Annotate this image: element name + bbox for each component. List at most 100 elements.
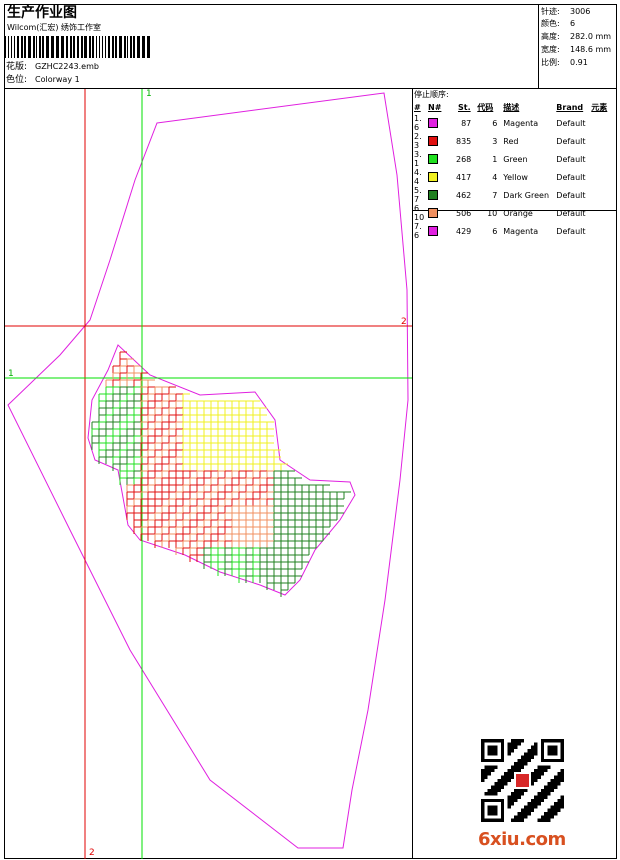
- qr-module: [560, 795, 564, 799]
- qr-module: [517, 768, 521, 773]
- stitch-cell: [224, 547, 232, 555]
- qr-module: [510, 802, 515, 806]
- stitch-cell: [231, 505, 239, 513]
- stitch-cell: [231, 407, 239, 415]
- stitch-cell: [196, 428, 204, 436]
- stitch-cell: [259, 533, 267, 541]
- stitch-cell: [224, 512, 232, 520]
- stitch-cell: [161, 505, 169, 513]
- stitch-cell: [119, 358, 127, 366]
- qr-module: [537, 792, 541, 796]
- stitch-cell: [210, 498, 218, 506]
- stitch-cell: [308, 491, 316, 499]
- stitch-cell: [273, 484, 281, 492]
- stitch-cell: [154, 400, 162, 408]
- stitch-cell: [210, 442, 218, 450]
- stitch-cell: [217, 484, 225, 492]
- stitch-cell: [147, 498, 155, 506]
- stitch-cell: [217, 470, 225, 478]
- qr-module: [537, 768, 541, 773]
- qr-module: [527, 758, 531, 763]
- stitch-cell: [231, 547, 239, 555]
- stitch-cell: [182, 414, 190, 422]
- qr-module: [507, 745, 511, 749]
- stitch-cell: [119, 407, 127, 415]
- stitch-cell: [273, 463, 281, 471]
- qr-module: [527, 748, 531, 753]
- qr-module: [514, 818, 518, 822]
- stitch-cell: [189, 400, 197, 408]
- stitch-cell: [210, 407, 218, 415]
- qr-module: [517, 812, 521, 816]
- qr-module: [537, 798, 541, 803]
- qr-module: [517, 792, 521, 796]
- stitch-cell: [196, 498, 204, 506]
- stitch-cell: [98, 407, 106, 415]
- stitch-cell: [161, 421, 169, 429]
- stitch-cell: [308, 498, 316, 506]
- stitch-cell: [210, 547, 218, 555]
- stitch-cell: [126, 414, 134, 422]
- stitch-cell: [315, 526, 323, 534]
- stitch-cell: [168, 540, 176, 548]
- qr-module: [540, 765, 545, 769]
- stitch-cell: [210, 470, 218, 478]
- qr-module: [507, 798, 511, 803]
- stitch-cell: [154, 456, 162, 464]
- stitch-cell: [119, 449, 127, 457]
- stitch-cell: [203, 498, 211, 506]
- stitch-cell: [245, 568, 253, 576]
- stitch-cell: [217, 442, 225, 450]
- qr-module: [517, 788, 521, 793]
- qr-module: [510, 765, 515, 769]
- stitch-cell: [231, 435, 239, 443]
- stitch-cell: [182, 442, 190, 450]
- stitch-cell: [189, 463, 197, 471]
- stitch-cell: [154, 463, 162, 471]
- stitch-cell: [126, 365, 134, 373]
- stitch-cell: [105, 428, 113, 436]
- stitch-cell: [322, 519, 330, 527]
- qr-module: [487, 765, 491, 769]
- stitch-cell: [189, 512, 197, 520]
- stitch-cell: [224, 407, 232, 415]
- qr-module: [517, 795, 521, 799]
- stitch-cell: [168, 400, 176, 408]
- stitch-cell: [231, 456, 239, 464]
- stitch-cell: [119, 372, 127, 380]
- stitch-cell: [217, 400, 225, 408]
- stitch-cell: [231, 519, 239, 527]
- qr-module: [517, 765, 521, 769]
- stitch-cell: [238, 540, 246, 548]
- stitch-cell: [196, 505, 204, 513]
- stitch-cell: [126, 505, 134, 513]
- stitch-cell: [175, 512, 183, 520]
- qr-module: [487, 792, 491, 796]
- stitch-cell: [266, 428, 274, 436]
- stitch-cell: [294, 547, 302, 555]
- stitch-cell: [329, 512, 337, 520]
- stitch-cell: [259, 421, 267, 429]
- stitch-cell: [126, 400, 134, 408]
- stitch-cell: [224, 554, 232, 562]
- stitch-cell: [203, 407, 211, 415]
- stitch-cell: [168, 456, 176, 464]
- stitch-cell: [294, 505, 302, 513]
- stitch-cell: [168, 435, 176, 443]
- stitch-cell: [189, 533, 197, 541]
- stitch-cell: [175, 519, 183, 527]
- stitch-cell: [231, 421, 239, 429]
- stitch-cell: [224, 505, 232, 513]
- qr-module: [544, 815, 548, 819]
- stitch-cell: [175, 470, 183, 478]
- stitch-cell: [210, 400, 218, 408]
- stitch-cell: [252, 435, 260, 443]
- stitch-cell: [322, 533, 330, 541]
- qr-module: [524, 788, 528, 793]
- stitch-cell: [259, 575, 267, 583]
- qr-module: [520, 739, 525, 743]
- stitch-cell: [259, 547, 267, 555]
- qr-module: [554, 775, 558, 779]
- stitch-cell: [105, 400, 113, 408]
- stitch-cell: [196, 407, 204, 415]
